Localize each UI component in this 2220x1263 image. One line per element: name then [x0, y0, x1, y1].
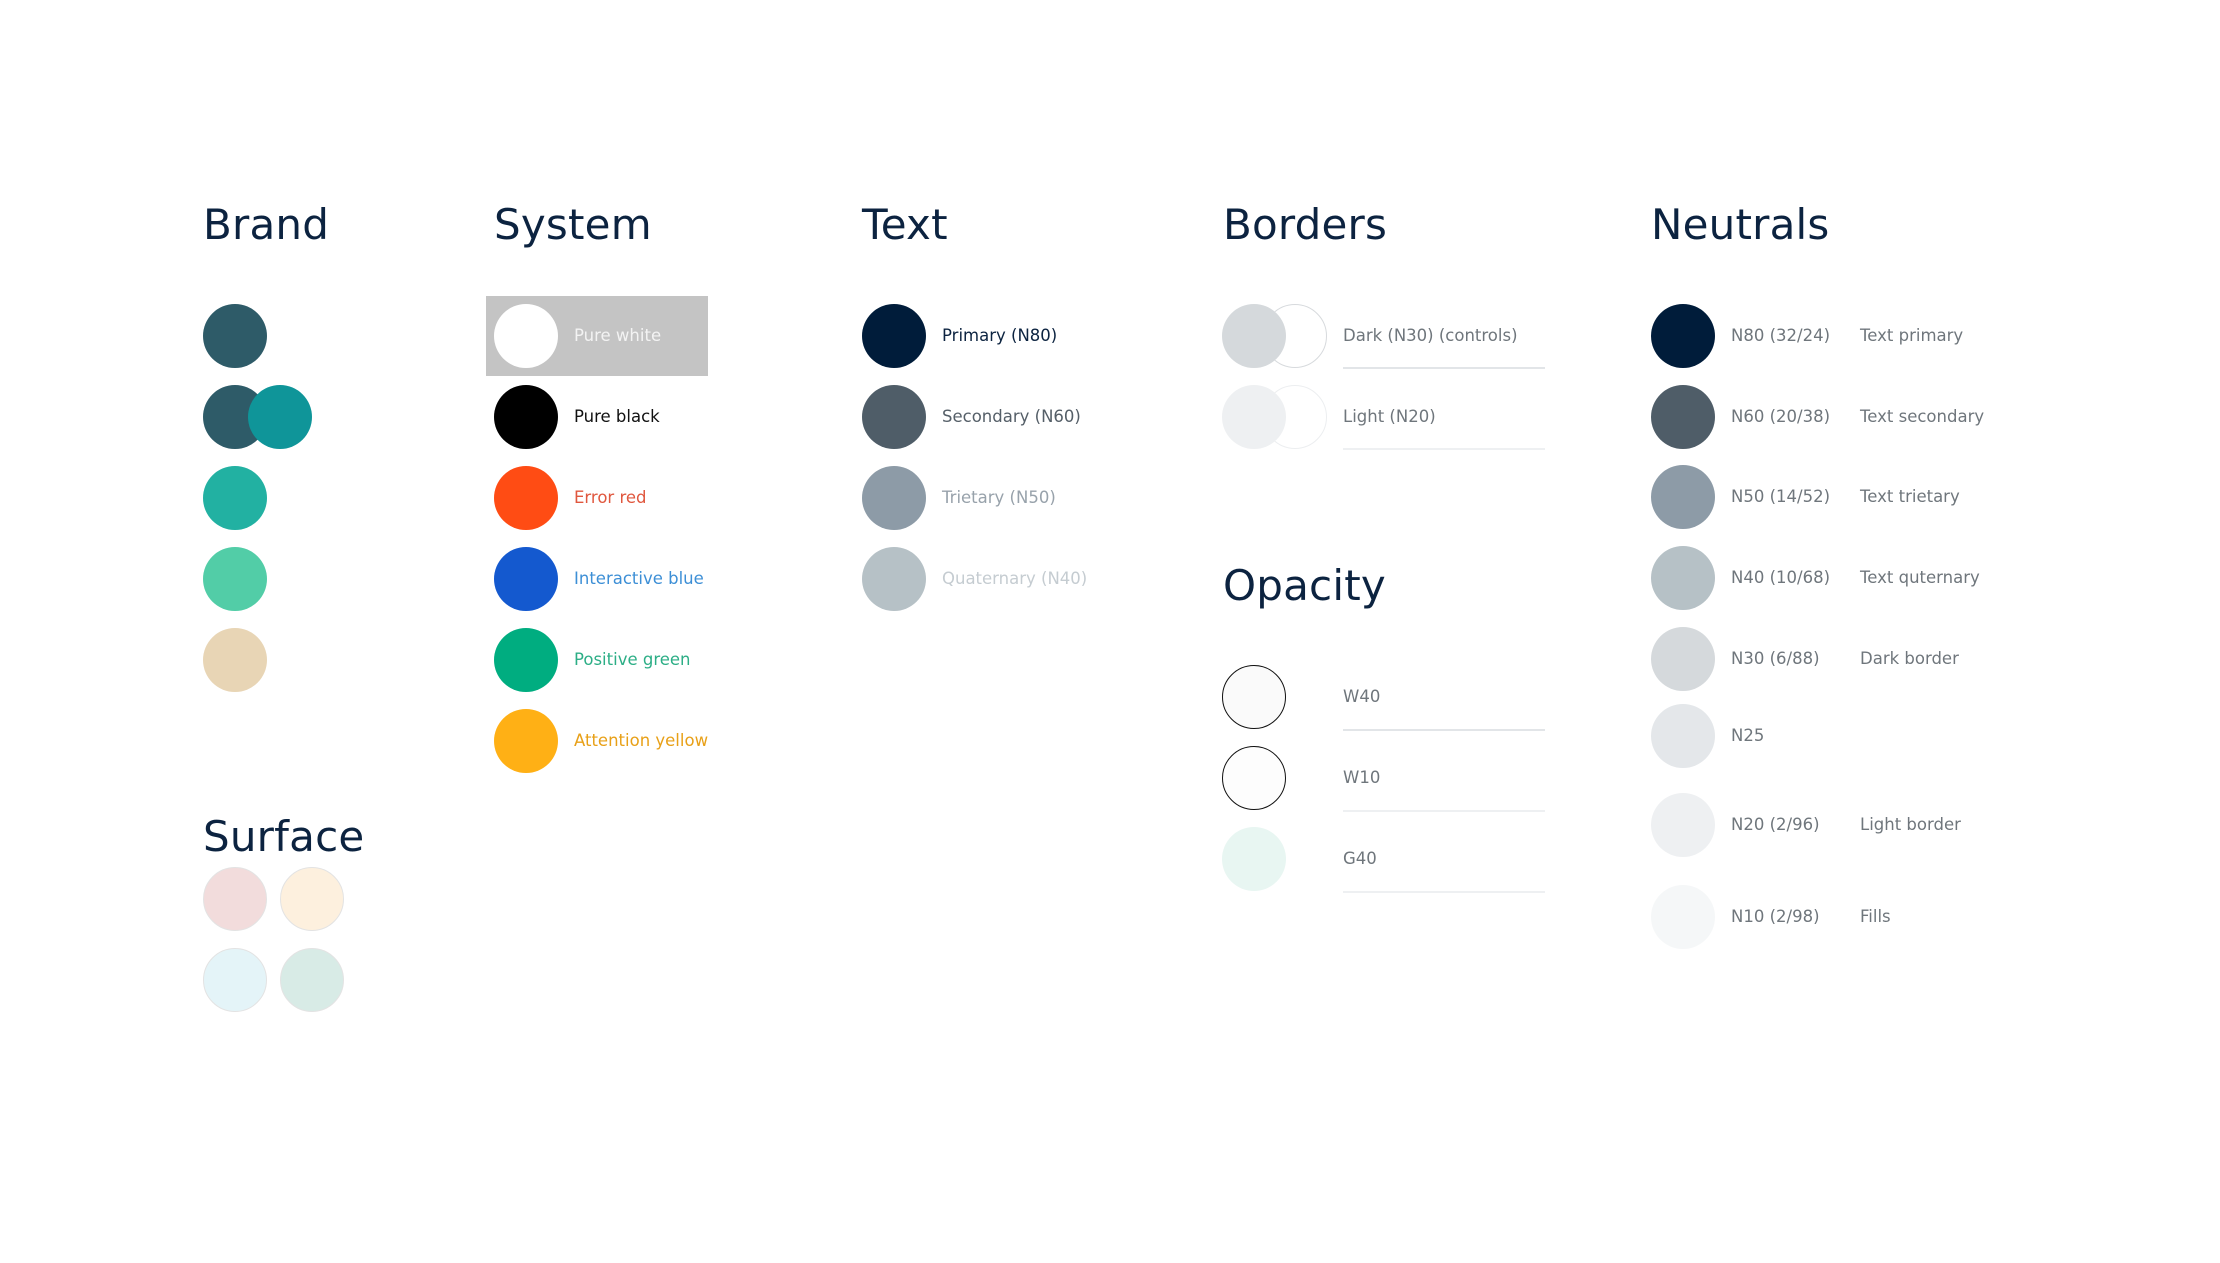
- border-divider: [1343, 448, 1545, 450]
- surface-swatch: [280, 867, 344, 931]
- text-swatch: [862, 304, 926, 368]
- neutral-swatch: [1651, 465, 1715, 529]
- text-swatch-label: Secondary (N60): [942, 407, 1081, 426]
- border-swatch-label: Dark (N30) (controls): [1343, 326, 1518, 345]
- neutral-code-label: N60 (20/38): [1731, 407, 1831, 426]
- system-swatch: [494, 304, 558, 368]
- opacity-swatch-label: W10: [1343, 768, 1381, 787]
- system-swatch-label: Pure black: [574, 407, 660, 426]
- brand-swatch: [203, 304, 267, 368]
- brand-swatch: [203, 547, 267, 611]
- neutral-code-label: N40 (10/68): [1731, 568, 1831, 587]
- text-swatch-label: Primary (N80): [942, 326, 1058, 345]
- surface-swatch: [203, 948, 267, 1012]
- neutral-role-label: Text primary: [1860, 326, 1964, 345]
- borders-heading: Borders: [1223, 200, 1388, 249]
- neutral-swatch: [1651, 704, 1715, 768]
- neutral-role-label: Dark border: [1860, 649, 1959, 668]
- surface-swatch: [280, 948, 344, 1012]
- opacity-swatch-label: W40: [1343, 687, 1381, 706]
- neutral-role-label: Light border: [1860, 815, 1961, 834]
- opacity-divider: [1343, 729, 1545, 731]
- border-swatch: [1222, 385, 1286, 449]
- system-swatch: [494, 547, 558, 611]
- border-swatch: [1222, 304, 1286, 368]
- opacity-swatch: [1222, 827, 1286, 891]
- neutral-swatch: [1651, 385, 1715, 449]
- text-swatch-label: Trietary (N50): [942, 488, 1056, 507]
- system-swatch-label: Positive green: [574, 650, 691, 669]
- opacity-heading: Opacity: [1223, 561, 1386, 610]
- neutral-swatch: [1651, 304, 1715, 368]
- neutral-swatch: [1651, 793, 1715, 857]
- system-swatch: [494, 628, 558, 692]
- opacity-divider: [1343, 891, 1545, 893]
- text-swatch: [862, 385, 926, 449]
- neutral-swatch: [1651, 627, 1715, 691]
- system-swatch-label: Pure white: [574, 326, 662, 345]
- border-divider: [1343, 367, 1545, 369]
- opacity-swatch: [1222, 665, 1286, 729]
- system-swatch-label: Attention yellow: [574, 731, 709, 750]
- opacity-swatch-label: G40: [1343, 849, 1377, 868]
- brand-heading: Brand: [203, 200, 330, 249]
- neutrals-heading: Neutrals: [1651, 200, 1830, 249]
- system-swatch: [494, 709, 558, 773]
- neutral-role-label: Text trietary: [1860, 487, 1960, 506]
- text-swatch: [862, 547, 926, 611]
- brand-swatch: [203, 466, 267, 530]
- brand-swatch: [203, 628, 267, 692]
- neutral-code-label: N80 (32/24): [1731, 326, 1831, 345]
- neutral-code-label: N50 (14/52): [1731, 487, 1831, 506]
- opacity-divider: [1343, 810, 1545, 812]
- neutral-code-label: N25: [1731, 726, 1765, 745]
- text-heading: Text: [862, 200, 948, 249]
- neutral-code-label: N30 (6/88): [1731, 649, 1820, 668]
- neutral-swatch: [1651, 546, 1715, 610]
- neutral-role-label: Text secondary: [1860, 407, 1985, 426]
- system-swatch-label: Error red: [574, 488, 647, 507]
- text-swatch-label: Quaternary (N40): [942, 569, 1088, 588]
- neutral-swatch: [1651, 885, 1715, 949]
- border-swatch-label: Light (N20): [1343, 407, 1436, 426]
- neutral-code-label: N10 (2/98): [1731, 907, 1820, 926]
- system-swatch: [494, 466, 558, 530]
- surface-swatch: [203, 867, 267, 931]
- neutral-role-label: Fills: [1860, 907, 1891, 926]
- neutral-role-label: Text quternary: [1860, 568, 1980, 587]
- neutral-code-label: N20 (2/96): [1731, 815, 1820, 834]
- text-swatch: [862, 466, 926, 530]
- system-swatch-label: Interactive blue: [574, 569, 704, 588]
- system-swatch: [494, 385, 558, 449]
- brand-swatch: [248, 385, 312, 449]
- system-heading: System: [494, 200, 652, 249]
- surface-heading: Surface: [203, 812, 365, 861]
- opacity-swatch: [1222, 746, 1286, 810]
